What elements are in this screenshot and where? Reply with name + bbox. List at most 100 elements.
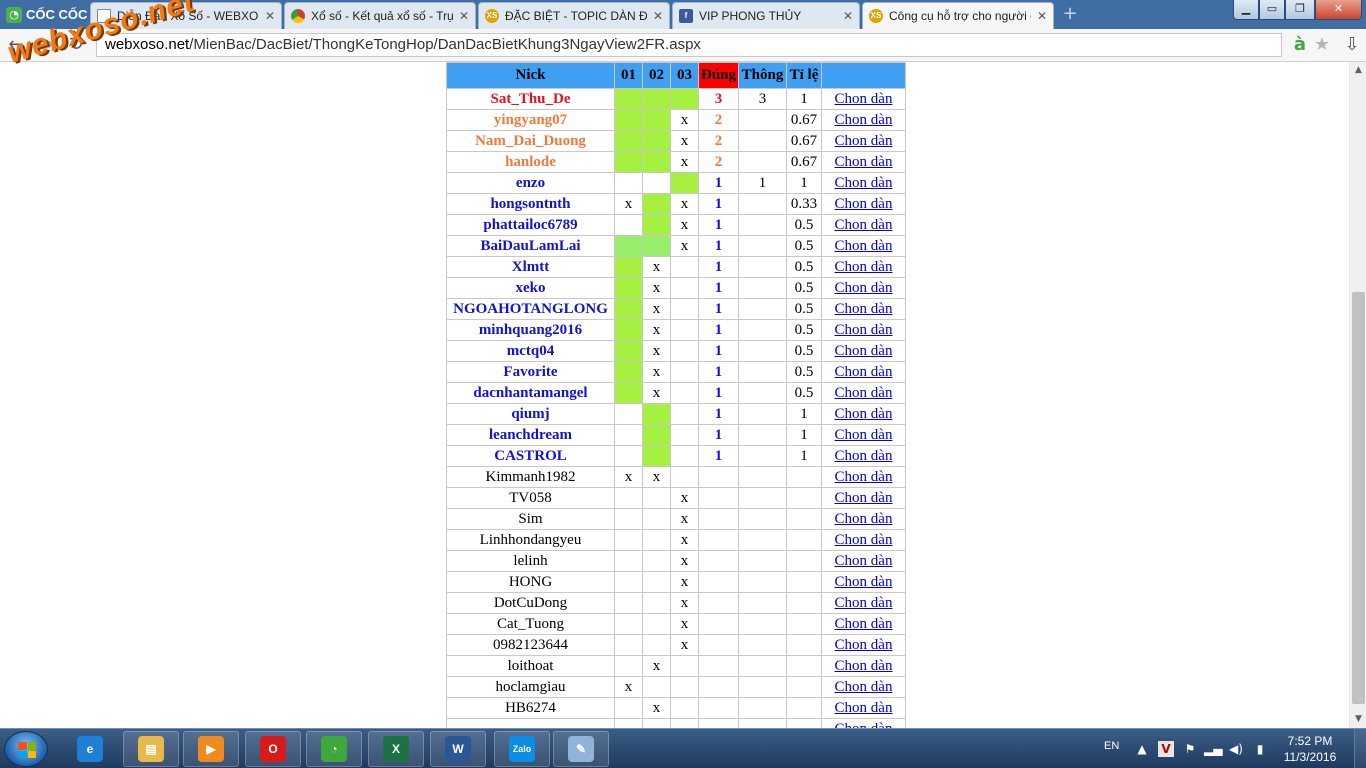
chon-dan-link[interactable]: Chon dàn: [835, 385, 893, 401]
chon-dan-link[interactable]: Chon dàn: [835, 175, 893, 191]
close-tab-icon[interactable]: ✕: [843, 9, 853, 23]
taskbar-app-media-player[interactable]: ▶: [183, 731, 239, 767]
network-signal-icon[interactable]: ▂▄: [1204, 741, 1222, 757]
action-cell: Chon dàn: [821, 718, 906, 729]
taskbar-app-coccoc[interactable]: ◔: [306, 731, 362, 767]
chon-dan-link[interactable]: Chon dàn: [835, 91, 893, 107]
address-bar[interactable]: webxoso.net/MienBac/DacBiet/ThongKeTongH…: [96, 33, 1282, 57]
close-tab-icon[interactable]: ✕: [1037, 9, 1047, 23]
bookmark-star-icon[interactable]: ★: [1312, 35, 1332, 55]
digit-cell-03: x: [670, 214, 699, 236]
scrollbar-thumb[interactable]: [1352, 292, 1365, 704]
scroll-up-arrow-icon[interactable]: ▲: [1350, 62, 1366, 79]
new-tab-button[interactable]: +: [1060, 5, 1080, 23]
close-tab-icon[interactable]: ✕: [459, 9, 469, 23]
unikey-icon[interactable]: V: [1158, 741, 1174, 757]
chon-dan-link[interactable]: Chon dàn: [835, 154, 893, 170]
action-center-flag-icon[interactable]: ⚑: [1182, 741, 1198, 757]
taskbar-app-internet-explorer[interactable]: e: [62, 731, 118, 767]
digit-cell-03: x: [670, 571, 699, 593]
restore-button[interactable]: ▭: [1259, 0, 1285, 20]
scroll-down-arrow-icon[interactable]: ▼: [1350, 711, 1366, 728]
tab-vip-phong-thuy[interactable]: f VIP PHONG THỦY ✕: [672, 2, 860, 29]
chon-dan-link[interactable]: Chon dàn: [835, 721, 893, 729]
chon-dan-link[interactable]: Chon dàn: [835, 448, 893, 464]
ti-le-cell: [786, 550, 822, 572]
table-row: mctq04 x 1 0.5 Chon dàn: [446, 340, 906, 362]
taskbar-app-zalo[interactable]: Zalo: [494, 731, 550, 767]
chon-dan-link[interactable]: Chon dàn: [835, 574, 893, 590]
tab-xo-so[interactable]: Xổ số - Kết quả xổ số - Trực tiếp ✕: [284, 2, 476, 29]
chon-dan-link[interactable]: Chon dàn: [835, 511, 893, 527]
minimize-button[interactable]: ▁: [1233, 0, 1259, 20]
chon-dan-link[interactable]: Chon dàn: [835, 301, 893, 317]
digit-cell-02: x: [642, 361, 671, 383]
tab-cong-cu[interactable]: XS Công cụ hỗ trợ cho người chơi ✕: [862, 2, 1054, 29]
vertical-scrollbar[interactable]: ▲ ▼: [1349, 62, 1366, 728]
language-indicator[interactable]: EN: [1104, 740, 1119, 752]
chon-dan-link[interactable]: Chon dàn: [835, 364, 893, 380]
chon-dan-link[interactable]: Chon dàn: [835, 469, 893, 485]
maximize-button[interactable]: ❐: [1285, 0, 1315, 20]
digit-cell-01: [614, 550, 643, 572]
volume-icon[interactable]: ◀): [1228, 741, 1244, 757]
close-tab-icon[interactable]: ✕: [653, 9, 663, 23]
tray-expand-icon[interactable]: ▲: [1134, 741, 1150, 757]
chon-dan-link[interactable]: Chon dàn: [835, 217, 893, 233]
action-cell: Chon dàn: [821, 634, 906, 656]
chon-dan-link[interactable]: Chon dàn: [835, 658, 893, 674]
chon-dan-link[interactable]: Chon dàn: [835, 112, 893, 128]
thong-cell: [738, 130, 787, 152]
close-tab-icon[interactable]: ✕: [265, 9, 275, 23]
taskbar-app-file-explorer[interactable]: ▤: [123, 731, 179, 767]
chon-dan-link[interactable]: Chon dàn: [835, 343, 893, 359]
start-button[interactable]: [4, 731, 48, 767]
chon-dan-link[interactable]: Chon dàn: [835, 280, 893, 296]
chon-dan-link[interactable]: Chon dàn: [835, 700, 893, 716]
chon-dan-link[interactable]: Chon dàn: [835, 133, 893, 149]
chon-dan-link[interactable]: Chon dàn: [835, 637, 893, 653]
taskbar-app-excel[interactable]: X: [368, 731, 424, 767]
chon-dan-link[interactable]: Chon dàn: [835, 553, 893, 569]
dung-cell: 1: [698, 424, 739, 446]
thong-cell: [738, 193, 787, 215]
download-icon[interactable]: ⇩: [1342, 35, 1362, 55]
digit-cell-03: [670, 298, 699, 320]
tab-dac-biet[interactable]: XS ĐẶC BIỆT - TOPIC DÀN ĐẶC BIỆT ✕: [478, 2, 670, 29]
header-nick: Nick: [446, 62, 615, 89]
chon-dan-link[interactable]: Chon dàn: [835, 616, 893, 632]
action-cell: Chon dàn: [821, 613, 906, 635]
dung-cell: [698, 529, 739, 551]
action-cell: Chon dàn: [821, 592, 906, 614]
dung-cell: 2: [698, 109, 739, 131]
chon-dan-link[interactable]: Chon dàn: [835, 196, 893, 212]
chon-dan-link[interactable]: Chon dàn: [835, 427, 893, 443]
battery-icon[interactable]: ▮: [1252, 741, 1268, 757]
chon-dan-link[interactable]: Chon dàn: [835, 322, 893, 338]
digit-cell-02: [642, 403, 671, 425]
taskbar-app-word[interactable]: W: [430, 731, 486, 767]
thong-cell: [738, 634, 787, 656]
coccoc-extension-icon[interactable]: à: [1290, 35, 1310, 55]
show-desktop-button[interactable]: [1354, 729, 1366, 768]
table-row: minhquang2016 x 1 0.5 Chon dàn: [446, 319, 906, 341]
dung-cell: 1: [698, 193, 739, 215]
taskbar-app-opera[interactable]: O: [245, 731, 301, 767]
chon-dan-link[interactable]: Chon dàn: [835, 532, 893, 548]
action-cell: Chon dàn: [821, 466, 906, 488]
nick-cell: mctq04: [446, 340, 615, 362]
tab-title: VIP PHONG THỦY: [699, 9, 802, 23]
digit-cell-01: [614, 109, 643, 131]
chon-dan-link[interactable]: Chon dàn: [835, 595, 893, 611]
chon-dan-link[interactable]: Chon dàn: [835, 490, 893, 506]
chon-dan-link[interactable]: Chon dàn: [835, 259, 893, 275]
chon-dan-link[interactable]: Chon dàn: [835, 406, 893, 422]
close-window-button[interactable]: ✕: [1315, 0, 1362, 20]
chon-dan-link[interactable]: Chon dàn: [835, 679, 893, 695]
dung-cell: [698, 634, 739, 656]
dung-cell: 1: [698, 256, 739, 278]
taskbar-clock[interactable]: 7:52 PM 11/3/2016: [1276, 733, 1344, 765]
taskbar-app-paint[interactable]: ✎: [553, 731, 609, 767]
table-row: 0982123644 x Chon dàn: [446, 634, 906, 656]
chon-dan-link[interactable]: Chon dàn: [835, 238, 893, 254]
